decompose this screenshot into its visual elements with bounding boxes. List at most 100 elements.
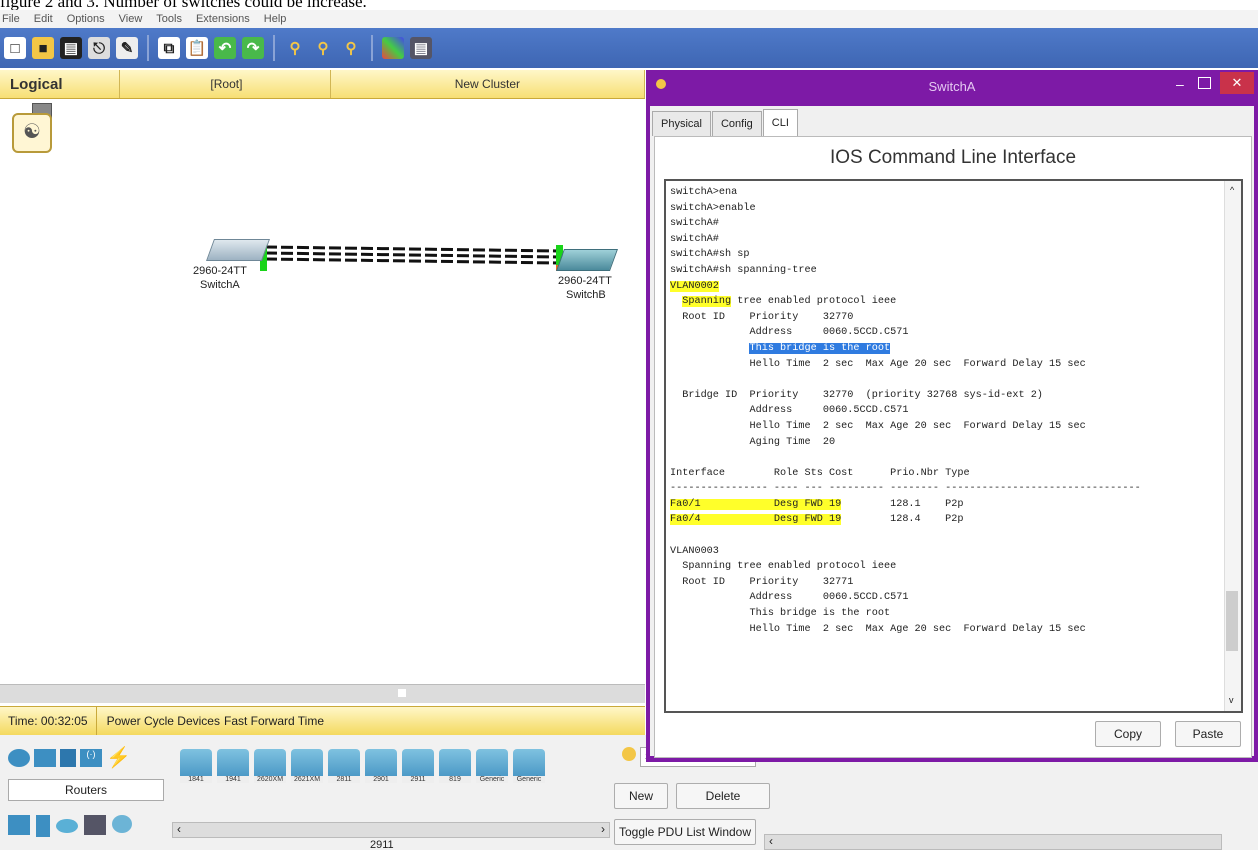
menu-item-view[interactable]: View [119, 13, 143, 25]
custom-device-icon[interactable]: ▤ [410, 37, 432, 59]
cli-line: Hello Time 2 sec Max Age 20 sec Forward … [670, 358, 1086, 370]
router-model-6[interactable]: 2911 [402, 749, 434, 783]
menu-item-edit[interactable]: Edit [34, 13, 53, 25]
cli-line [670, 450, 1218, 466]
fast-forward-button[interactable]: Fast Forward Time [220, 714, 324, 728]
router-model-2[interactable]: 2620XM [254, 749, 286, 783]
connection-category-icon[interactable]: ⚡ [106, 748, 131, 768]
switch-b-device[interactable] [555, 249, 620, 271]
scroll-thumb[interactable] [1226, 591, 1238, 651]
scroll-left-icon[interactable]: ‹ [769, 834, 773, 848]
logical-workspace[interactable]: ☯ 2960-24TT SwitchA 2960-24TT SwitchB [0, 99, 645, 684]
router-model-label: 2620XM [254, 776, 286, 783]
palette-icon[interactable] [382, 37, 404, 59]
scroll-left-icon[interactable]: ‹ [177, 822, 181, 836]
tab-physical[interactable]: Physical [652, 111, 711, 136]
new-file-icon[interactable]: □ [4, 37, 26, 59]
minimize-icon[interactable]: – [1176, 76, 1184, 92]
print-icon[interactable]: ⎋ [88, 37, 110, 59]
cli-line: This bridge is the root [670, 608, 891, 620]
cli-output[interactable]: switchA>ena switchA>enable switchA# switchA… [670, 185, 1218, 637]
router-model-0[interactable]: 1841 [180, 749, 212, 783]
time-display: Time: 00:32:05 [0, 707, 97, 735]
model-scrollbar[interactable]: ‹ › [172, 822, 610, 838]
cli-line: This bridge is the root [749, 342, 891, 354]
menu-item-options[interactable]: Options [67, 13, 105, 25]
scroll-down-icon[interactable]: v [1229, 695, 1234, 705]
zoom-out-icon[interactable]: ⚲ [340, 37, 362, 59]
switch-window: SwitchA – ✕ Physical Config CLI IOS Comm… [646, 70, 1258, 762]
toggle-pdu-list-button[interactable]: Toggle PDU List Window [614, 819, 756, 845]
undo-icon[interactable]: ↶ [214, 37, 236, 59]
router-category-icon[interactable] [8, 749, 30, 767]
router-model-label: 1841 [180, 776, 212, 783]
router-model-label: Generic [513, 776, 545, 783]
scroll-up-icon[interactable]: ^ [1230, 185, 1234, 195]
new-scenario-button[interactable]: New [614, 783, 668, 809]
zoom-reset-icon[interactable]: ⚲ [312, 37, 334, 59]
menu-item-help[interactable]: Help [264, 13, 287, 25]
cli-line: VLAN0002 [670, 280, 719, 292]
menu-item-tools[interactable]: Tools [156, 13, 182, 25]
menu-item-extensions[interactable]: Extensions [196, 13, 250, 25]
switch-a-name: SwitchA [200, 279, 240, 291]
window-titlebar[interactable]: SwitchA – ✕ [646, 70, 1258, 104]
workspace-horizontal-scrollbar[interactable] [0, 684, 645, 703]
close-icon[interactable]: ✕ [1220, 72, 1254, 94]
activity-wizard-icon[interactable]: ✎ [116, 37, 138, 59]
router-model-8[interactable]: Generic [476, 749, 508, 783]
switch-category-icon[interactable] [34, 749, 56, 767]
power-cycle-button[interactable]: Power Cycle Devices [97, 714, 220, 728]
router-model-row: 1841 1941 2620XM 2621XM 2811 2901 2911 819 Gener… [180, 749, 545, 783]
toolbar-separator [273, 35, 275, 61]
server-category-icon[interactable] [36, 815, 50, 837]
scroll-right-icon[interactable]: › [601, 822, 605, 836]
root-breadcrumb[interactable]: [Root] [120, 70, 331, 98]
window-body: Physical Config CLI IOS Command Line Int… [650, 106, 1254, 758]
cli-header: IOS Command Line Interface [829, 147, 1077, 168]
cli-line: Fa0/4 Desg FWD 19 128.4 P2p [670, 514, 964, 526]
realtime-bar: Time: 00:32:05 Power Cycle Devices Fast … [0, 706, 645, 736]
zoom-in-icon[interactable]: ⚲ [284, 37, 306, 59]
redo-icon[interactable]: ↷ [242, 37, 264, 59]
scroll-thumb[interactable] [398, 689, 406, 697]
copy-icon[interactable]: ⧉ [158, 37, 180, 59]
paste-button[interactable]: Paste [1175, 721, 1241, 747]
terminal-scrollbar[interactable]: ^ v [1224, 181, 1241, 711]
router-model-label: 819 [439, 776, 471, 783]
switch-a-device[interactable] [205, 239, 271, 261]
cli-line: Hello Time 2 sec Max Age 20 sec Forward … [670, 420, 1086, 432]
multiuser-category-icon[interactable] [84, 815, 106, 835]
maximize-icon[interactable] [1198, 77, 1211, 89]
router-model-7[interactable]: 819 [439, 749, 471, 783]
cli-line: Address 0060.5CCD.C571 [670, 592, 909, 604]
menu-item-file[interactable]: File [2, 13, 20, 25]
open-folder-icon[interactable]: ■ [32, 37, 54, 59]
pc-category-icon[interactable] [8, 815, 30, 835]
pdu-list-scrollbar[interactable]: ‹ [764, 834, 1222, 850]
router-model-3[interactable]: 2621XM [291, 749, 323, 783]
router-model-5[interactable]: 2901 [365, 749, 397, 783]
save-icon[interactable]: ▤ [60, 37, 82, 59]
wireless-category-icon[interactable]: (·) [80, 749, 102, 767]
cli-line: Root ID Priority 32770 [670, 311, 854, 323]
cluster-icon[interactable]: ☯ [12, 103, 54, 153]
router-model-label: 2621XM [291, 776, 323, 783]
cli-line: Spanning tree enabled protocol ieee [682, 296, 897, 308]
new-cluster-button[interactable]: New Cluster [331, 70, 645, 98]
cli-terminal[interactable]: switchA>ena switchA>enable switchA# switchA… [664, 179, 1243, 713]
cloud-category-icon[interactable] [56, 819, 78, 833]
tab-cli[interactable]: CLI [762, 109, 798, 136]
router-model-label: 2811 [328, 776, 360, 783]
delete-scenario-button[interactable]: Delete [676, 783, 770, 809]
cli-line: switchA# [670, 218, 719, 230]
paste-icon[interactable]: 📋 [186, 37, 208, 59]
router-model-4[interactable]: 2811 [328, 749, 360, 783]
custom-category-icon[interactable] [112, 815, 132, 833]
tab-config[interactable]: Config [711, 111, 762, 136]
router-model-9[interactable]: Generic [513, 749, 545, 783]
copy-button[interactable]: Copy [1095, 721, 1161, 747]
router-model-1[interactable]: 1941 [217, 749, 249, 783]
hub-category-icon[interactable] [60, 749, 76, 767]
logical-mode-label[interactable]: Logical [0, 70, 121, 98]
